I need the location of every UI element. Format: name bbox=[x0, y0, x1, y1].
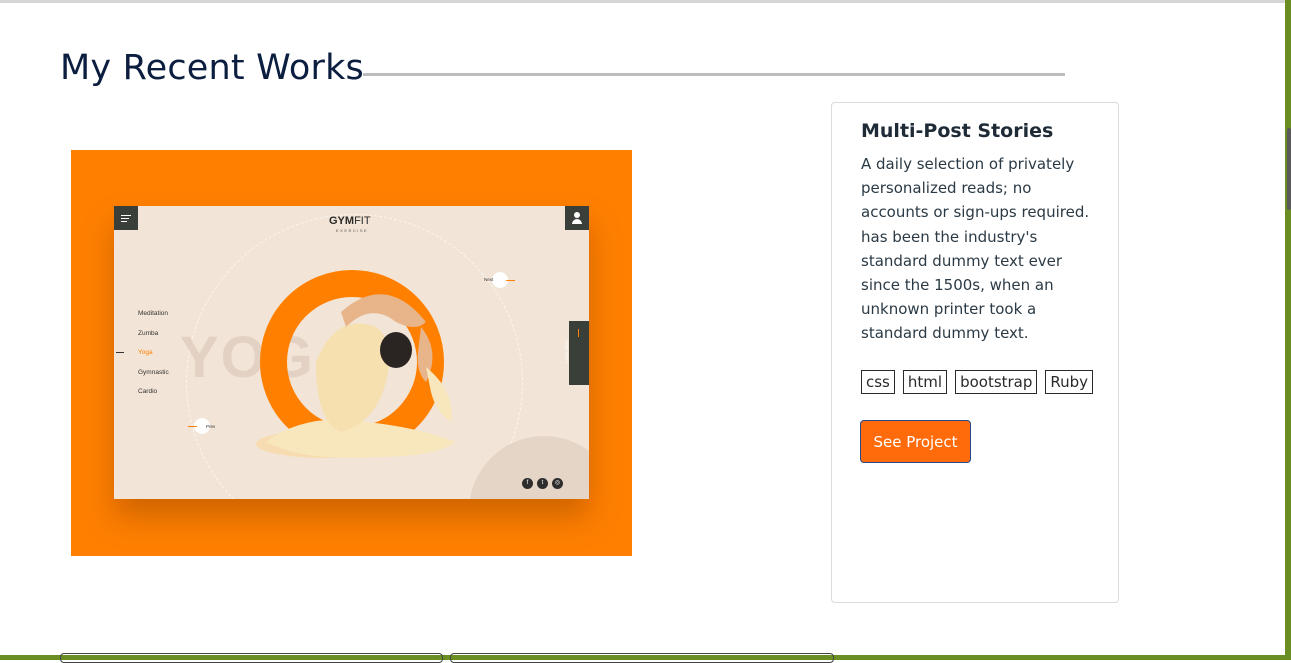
top-divider bbox=[0, 0, 1291, 3]
mockup-screen: YOGA GYMFIT EXERCISE Meditation Zumba Yo… bbox=[114, 206, 589, 499]
nav-item-zumba: Zumba bbox=[138, 329, 159, 337]
window-edge bbox=[1285, 0, 1291, 660]
prev-label: Prev bbox=[206, 424, 216, 429]
yoga-figure-illustration bbox=[256, 294, 456, 458]
next-label: Next bbox=[484, 277, 494, 282]
learn-more-tab: Learn More bbox=[564, 321, 589, 385]
nav-arrow-icon bbox=[116, 352, 124, 353]
project-card: Multi-Post Stories A daily selection of … bbox=[831, 102, 1119, 603]
section-title: My Recent Works bbox=[60, 48, 364, 88]
facebook-icon: f bbox=[522, 478, 533, 489]
project-image[interactable]: YOGA GYMFIT EXERCISE Meditation Zumba Yo… bbox=[71, 150, 632, 556]
nav-item-gymnastic: Gymnastic bbox=[138, 368, 169, 376]
see-project-button[interactable]: See Project bbox=[860, 420, 971, 463]
tag-list: css html bootstrap Ruby bbox=[861, 370, 1094, 394]
learn-more-label: Learn More bbox=[564, 339, 570, 364]
next-project-card bbox=[450, 653, 834, 663]
user-icon[interactable] bbox=[565, 206, 589, 230]
nav-item-meditation: Meditation bbox=[138, 310, 168, 317]
scrollbar-thumb[interactable] bbox=[1287, 128, 1291, 210]
tag-ruby: Ruby bbox=[1045, 370, 1094, 394]
mockup-logo: GYMFIT bbox=[329, 215, 371, 227]
card-description: A daily selection of privately personali… bbox=[861, 155, 1090, 343]
arrow-right-icon bbox=[506, 280, 515, 281]
card-title: Multi-Post Stories bbox=[861, 120, 1054, 142]
arrow-left-icon bbox=[188, 426, 197, 427]
twitter-icon: t bbox=[537, 478, 548, 489]
mockup-nav: Meditation Zumba Yoga Gymnastic Cardio bbox=[138, 310, 169, 408]
menu-icon[interactable] bbox=[114, 206, 138, 230]
nav-item-cardio: Cardio bbox=[138, 388, 158, 395]
nav-item-yoga: Yoga bbox=[138, 349, 153, 356]
tag-bootstrap: bootstrap bbox=[955, 370, 1038, 394]
next-project-card bbox=[60, 653, 443, 663]
mockup-logo-tagline: EXERCISE bbox=[336, 228, 369, 233]
tag-html: html bbox=[902, 370, 948, 394]
title-underline bbox=[363, 73, 1065, 76]
instagram-icon: ◎ bbox=[552, 478, 563, 489]
tag-css: css bbox=[861, 370, 895, 394]
